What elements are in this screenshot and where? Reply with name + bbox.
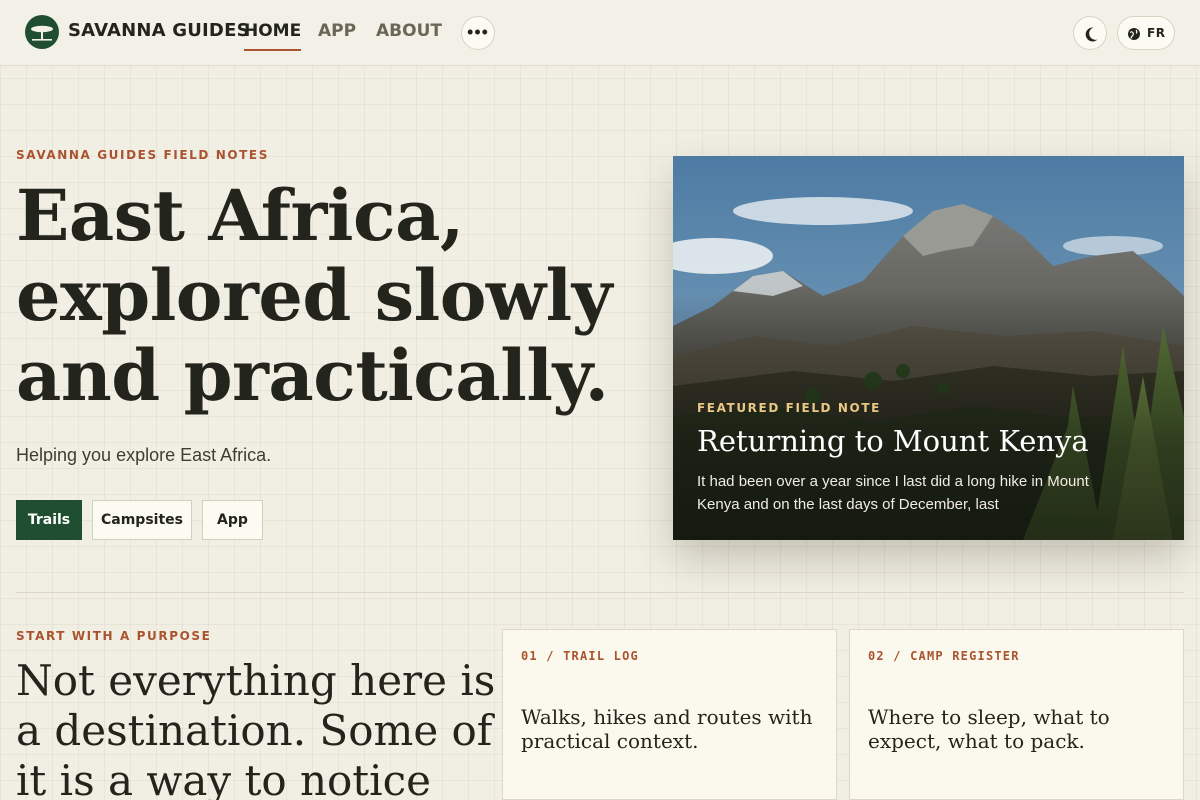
language-button[interactable]: FR (1117, 16, 1175, 50)
purpose-eyebrow: START WITH A PURPOSE (16, 629, 212, 643)
nav-home[interactable]: HOME (244, 21, 302, 51)
nav-about[interactable]: ABOUT (376, 21, 442, 41)
camp-register-card[interactable]: 02 / CAMP REGISTER Where to sleep, what … (849, 629, 1184, 800)
hero-title-line: and practically. (16, 334, 609, 417)
trails-button[interactable]: Trails (16, 500, 82, 540)
card-text: Walks, hikes and routes with practical c… (521, 705, 813, 753)
card-eyebrow: 02 / CAMP REGISTER (868, 649, 1020, 663)
hero-eyebrow: SAVANNA GUIDES FIELD NOTES (16, 148, 269, 162)
hero-title-line: explored slowly (16, 254, 612, 337)
section-divider (16, 592, 1184, 593)
campsites-button[interactable]: Campsites (92, 500, 192, 540)
globe-icon (1128, 28, 1140, 40)
hero-subtitle: Helping you explore East Africa. (16, 445, 272, 465)
featured-title[interactable]: Returning to Mount Kenya (697, 424, 1089, 458)
nav-app[interactable]: APP (318, 21, 356, 41)
brand-name[interactable]: SAVANNA GUIDES (68, 20, 250, 41)
theme-toggle-button[interactable] (1073, 16, 1107, 50)
featured-eyebrow: FEATURED FIELD NOTE (697, 401, 881, 415)
card-eyebrow: 01 / TRAIL LOG (521, 649, 639, 663)
moon-icon (1085, 27, 1098, 42)
ellipsis-icon: ••• (467, 22, 489, 42)
hero-title: East Africa, explored slowly and practic… (16, 176, 636, 416)
language-label: FR (1147, 26, 1166, 40)
app-button[interactable]: App (202, 500, 263, 540)
trail-log-card[interactable]: 01 / TRAIL LOG Walks, hikes and routes w… (502, 629, 837, 800)
featured-field-note-card[interactable]: FEATURED FIELD NOTE Returning to Mount K… (673, 156, 1184, 540)
purpose-heading: Not everything here is a destination. So… (16, 656, 496, 800)
purpose-line: it is a way to notice (16, 756, 431, 800)
card-text: Where to sleep, what to expect, what to … (868, 705, 1110, 753)
purpose-line: a destination. Some of (16, 706, 493, 755)
featured-excerpt: It had been over a year since I last did… (697, 473, 1089, 513)
site-header: SAVANNA GUIDES HOME APP ABOUT ••• FR (0, 0, 1200, 66)
hero-title-line: East Africa, (16, 174, 464, 257)
acacia-tree-icon[interactable] (25, 15, 59, 49)
more-menu-button[interactable]: ••• (461, 16, 495, 50)
purpose-line: Not everything here is (16, 656, 496, 705)
